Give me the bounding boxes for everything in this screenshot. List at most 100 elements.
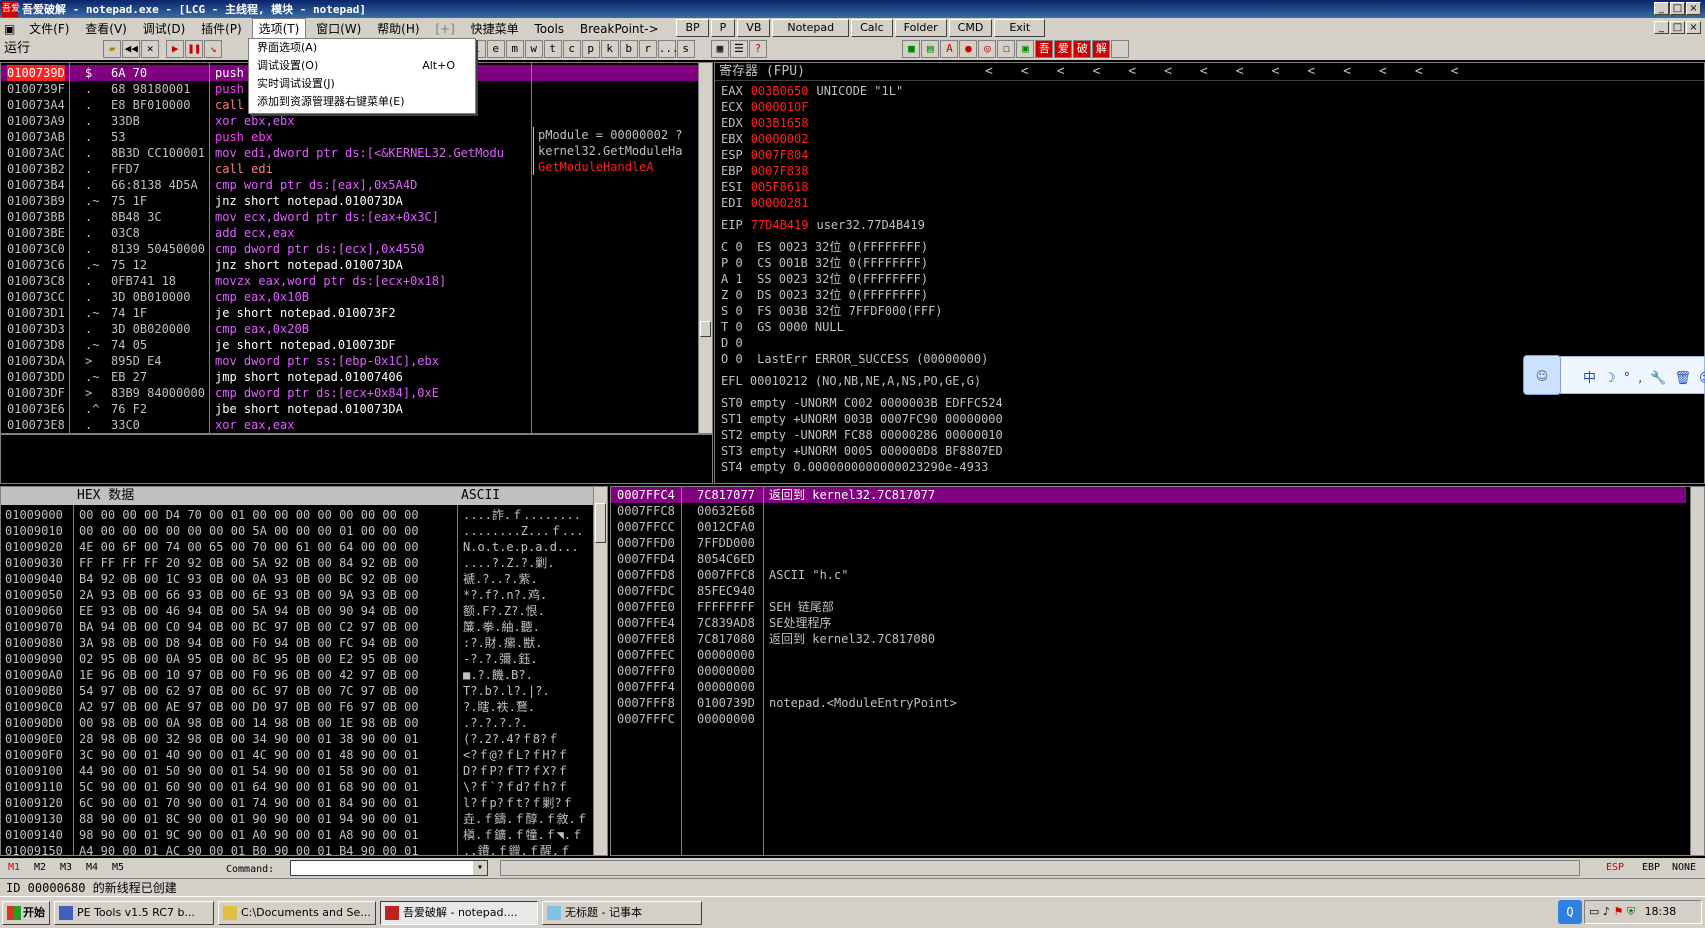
disasm-row[interactable]: 010073CC. 3D 0B010000 cmp eax,0x10B [1,289,701,305]
flag-row[interactable]: Z 0 DS 0023 32位 0(FFFFFFFF) [721,287,1221,303]
stack-row[interactable]: 0007FFF4 00000000 [611,679,1686,695]
disassembly-pane[interactable]: 0100739D $6A 70 push 70 0100739F. 68 9818000… [0,62,713,434]
dump-row[interactable]: 01009100 44 90 00 01 50 90 00 01 54 90 00… [5,763,595,779]
fpu-row[interactable]: ST3 empty +UNORM 0005 000000D8 BF8807ED [721,443,1221,459]
grid-icon[interactable]: ▦ [710,40,729,58]
efl-row[interactable]: EFL 00010212 (NO,NB,NE,A,NS,PO,GE,G) [721,373,1221,389]
dropdown-item-ui-options[interactable]: 界面选项(A) [249,39,475,57]
dump-row[interactable]: 01009050 2A 93 0B 00 66 93 0B 00 6E 93 0B… [5,587,595,603]
tab-m5[interactable]: M5 [112,862,124,873]
stack-row[interactable]: 0007FFFC 00000000 [611,711,1686,727]
tool-s[interactable]: s [676,40,695,58]
fpu-row[interactable]: ST2 empty -UNORM FC88 00000286 00000010 [721,427,1221,443]
ime-tray-icon[interactable]: Q [1558,900,1582,924]
dump-row[interactable]: 010090B0 54 97 0B 00 62 97 0B 00 6C 97 0B… [5,683,595,699]
register-value[interactable]: 00000002 [751,132,809,146]
dropdown-item-debug-settings[interactable]: 调试设置(O) Alt+O [249,57,475,75]
fpu-row[interactable]: ST4 empty 0.0000000000000023290e-4933 [721,459,1221,475]
tool-c[interactable]: c [562,40,581,58]
register-arrows[interactable]: <<<<<<<<<<<<<< [985,64,1487,79]
disasm-row[interactable]: 010073D8 .~ 74 05 je short notepad.010073DF [1,337,701,353]
dump-row[interactable]: 010090C0 A2 97 0B 00 AE 97 0B 00 D0 97 0B… [5,699,595,715]
ime-smile-icon[interactable]: ☺ [1699,371,1705,386]
folder-button[interactable]: Folder [894,19,947,37]
none-label[interactable]: NONE [1672,862,1696,873]
register-esi[interactable]: ESI 005F8618 [721,179,1221,195]
network-icon[interactable]: ▭ [1589,905,1599,918]
maximize-button[interactable]: □ [1670,2,1685,15]
flag-row[interactable]: C 0 ES 0023 32位 0(FFFFFFFF) [721,239,1221,255]
dropdown-item-jit-debug[interactable]: 实时调试设置(J) [249,75,475,93]
register-ecx[interactable]: ECX 0000010F [721,99,1221,115]
menu-plugins[interactable]: 插件(P) [195,19,248,39]
flag-row[interactable]: A 1 SS 0023 32位 0(FFFFFFFF) [721,271,1221,287]
chevron-down-icon[interactable]: ▾ [473,861,487,875]
disasm-row[interactable]: 010073D3. 3D 0B020000 cmp eax,0x20B [1,321,701,337]
step-icon[interactable]: ↘ [204,40,223,58]
tool-b[interactable]: b [619,40,638,58]
dump-row[interactable]: 01009070 BA 94 0B 00 C0 94 0B 00 BC 97 0B… [5,619,595,635]
dump-row[interactable]: 010090A0 1E 96 0B 00 10 97 0B 00 F0 96 0B… [5,667,595,683]
stack-row[interactable]: 0007FFC4 7C817077 返回到 kernel32.7C817077 [611,487,1686,503]
calc-button[interactable]: Calc [851,19,893,37]
dump-row[interactable]: 01009040 B4 92 0B 00 1C 93 0B 00 0A 93 0B… [5,571,595,587]
disasm-row[interactable]: 010073DF >83B9 84000000 cmp dword ptr ds:[… [1,385,701,401]
plugin2-icon[interactable]: ▤ [921,40,940,58]
register-ebp[interactable]: EBP 0007F838 [721,163,1221,179]
register-esp[interactable]: ESP 0007F804 [721,147,1221,163]
disasm-row[interactable]: 010073E6 .^ 76 F2 jbe short notepad.010073D… [1,401,701,417]
ime-tool-icon[interactable]: 🔧 [1650,371,1674,386]
register-ebx[interactable]: EBX 00000002 [721,131,1221,147]
disasm-scrollbar[interactable] [698,63,712,433]
flag-row[interactable]: T 0 GS 0000 NULL [721,319,1221,335]
dump-row[interactable]: 01009110 5C 90 00 01 60 90 00 01 64 90 00… [5,779,595,795]
dump-row[interactable]: 01009090 02 95 0B 00 0A 95 0B 00 8C 95 0B… [5,651,595,667]
task-petools[interactable]: PE Tools v1.5 RC7 b... [54,901,214,925]
menu-debug[interactable]: 调试(D) [137,19,192,39]
task-52pojie[interactable]: 吾爱破解 - notepad.... [380,901,538,925]
brand-wu-icon[interactable]: 吾 [1035,40,1054,58]
register-value[interactable]: 005F8618 [751,180,809,194]
ebp-label[interactable]: EBP [1642,862,1660,873]
stack-row[interactable]: 0007FFF8 0100739D notepad.<ModuleEntryPoin… [611,695,1686,711]
shield-icon[interactable]: ⛨ [1627,905,1635,918]
stack-row[interactable]: 0007FFEC 00000000 [611,647,1686,663]
stack-row[interactable]: 0007FFD8 0007FFC8 ASCII "h.c" [611,567,1686,583]
flag-row[interactable]: P 0 CS 001B 32位 0(FFFFFFFF) [721,255,1221,271]
ime-buttons[interactable]: 中☽°,🔧🗑☺ [1583,367,1705,386]
ime-avatar-icon[interactable]: ☺ [1523,355,1561,395]
task-explorer[interactable]: C:\Documents and Se... [218,901,376,925]
tool-k[interactable]: k [600,40,619,58]
disasm-row[interactable]: 010073D1 .~ 74 1F je short notepad.010073F2 [1,305,701,321]
tab-m3[interactable]: M3 [60,862,72,873]
disasm-row[interactable]: 010073BE. 03C8 add ecx,eax [1,225,701,241]
fpu-row[interactable]: ST0 empty -UNORM C002 0000003B EDFFC524 [721,395,1221,411]
dump-row[interactable]: 01009140 98 90 00 01 9C 90 00 01 A0 90 00… [5,827,595,843]
register-edx[interactable]: EDX 003B1658 [721,115,1221,131]
stack-row[interactable]: 0007FFF0 00000000 [611,663,1686,679]
disasm-row[interactable]: 010073E8. 33C0 xor eax,eax [1,417,701,433]
menu-window[interactable]: 窗口(W) [310,19,367,39]
fpu-row[interactable]: ST1 empty +UNORM 003B 0007FC90 00000000 [721,411,1221,427]
dump-row[interactable]: 01009000 00 00 00 00 D4 70 00 01 00 00 00… [5,507,595,523]
tool-m[interactable]: m [505,40,524,58]
mdi-close-button[interactable]: × [1686,21,1701,34]
stack-pane[interactable]: 0007FFC4 7C817077 返回到 kernel32.7C817077 000… [610,486,1705,856]
plugin3-icon[interactable]: A [940,40,959,58]
tab-m4[interactable]: M4 [86,862,98,873]
stack-row[interactable]: 0007FFCC 0012CFA0 [611,519,1686,535]
register-eax[interactable]: EAX 003B0650 UNICODE "1L" [721,83,1221,99]
flag-row[interactable]: S 0 FS 003B 32位 7FFDF000(FFF) [721,303,1221,319]
plugin6-icon[interactable]: ☐ [997,40,1016,58]
registers-pane[interactable]: 寄存器 (FPU) <<<<<<<<<<<<<< EAX 003B0650 UNICO… [714,62,1705,484]
plugin5-icon[interactable]: ◎ [978,40,997,58]
stack-row[interactable]: 0007FFC8 00632E68 [611,503,1686,519]
run-icon[interactable]: ▶ [166,40,185,58]
dump-row[interactable]: 010090D0 00 98 0B 00 0A 98 0B 00 14 98 0B… [5,715,595,731]
dump-row[interactable]: 01009130 88 90 00 01 8C 90 00 01 90 90 00… [5,811,595,827]
tool-w[interactable]: w [524,40,543,58]
dump-row[interactable]: 01009030 FF FF FF FF 20 92 0B 00 5A 92 0B… [5,555,595,571]
tab-m2[interactable]: M2 [34,862,46,873]
dropdown-item-explorer-menu[interactable]: 添加到资源管理器右键菜单(E) [249,93,475,111]
plugin7-icon[interactable]: ▣ [1016,40,1035,58]
